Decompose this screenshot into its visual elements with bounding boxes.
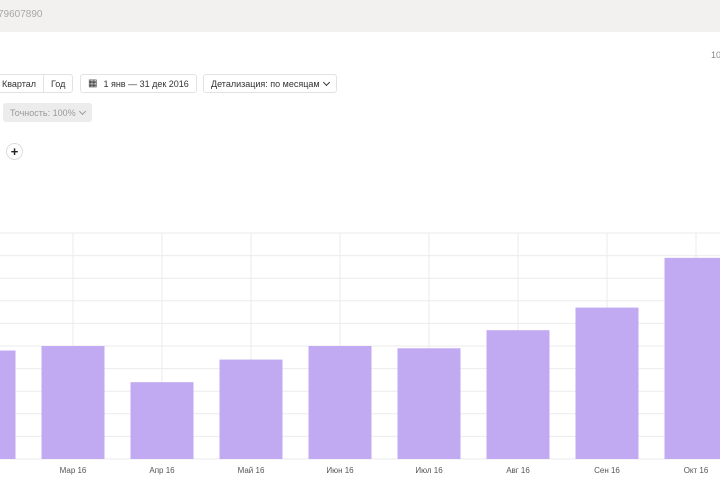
bar: [41, 346, 105, 459]
x-tick-label: Июл 16: [415, 466, 443, 475]
bar: [130, 382, 194, 459]
bar: [664, 257, 720, 459]
x-tick-label: Окт 16: [684, 466, 709, 475]
bar: [308, 346, 372, 459]
bar: [219, 359, 283, 459]
bar: [397, 348, 461, 459]
bar: [486, 330, 550, 459]
bar-chart: Мар 16 Апр 16 Май 16 Июн 16 Июл 16 Авг 16 Сен …: [0, 232, 720, 475]
x-tick-label: Мар 16: [60, 466, 87, 475]
x-tick-label: Май 16: [238, 466, 265, 475]
bar: [575, 307, 639, 459]
x-tick-label: Сен 16: [594, 466, 620, 475]
x-tick-label: Авг 16: [506, 466, 530, 475]
bar: [0, 350, 16, 459]
x-tick-label: Апр 16: [149, 466, 175, 475]
x-tick-label: Июн 16: [326, 466, 354, 475]
